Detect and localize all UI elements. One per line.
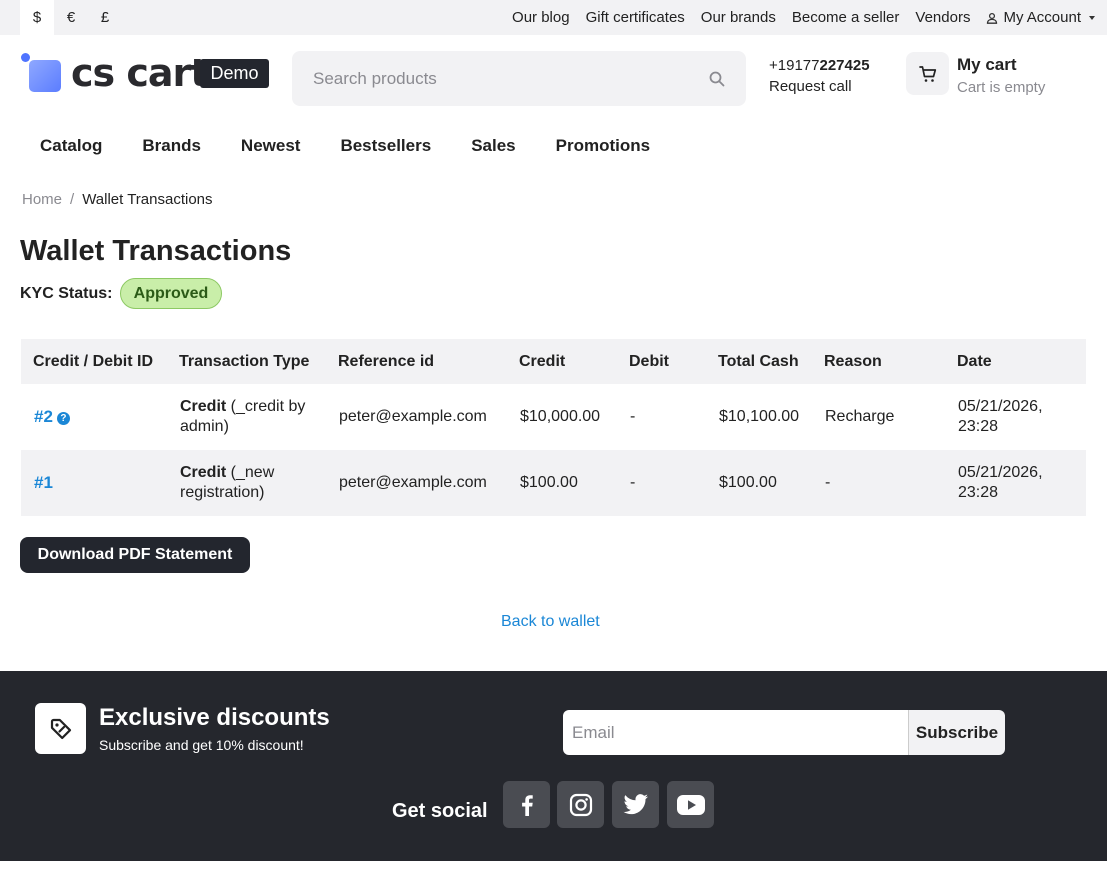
cell-date: 05/21/2026, 23:28 <box>945 450 1086 516</box>
phone-number[interactable]: +19177227425 <box>769 57 870 74</box>
help-icon[interactable]: ? <box>56 411 70 425</box>
cell-credit: $10,000.00 <box>520 408 601 425</box>
link-our-brands[interactable]: Our brands <box>701 9 776 26</box>
breadcrumb-current: Wallet Transactions <box>82 191 213 208</box>
logo-dot <box>21 53 30 62</box>
search-icon[interactable] <box>708 70 726 88</box>
link-our-blog[interactable]: Our blog <box>512 9 570 26</box>
nav-newest[interactable]: Newest <box>221 126 321 166</box>
my-account-label: My Account <box>1003 9 1081 26</box>
currency-gbp[interactable]: £ <box>88 0 122 35</box>
cell-type: Credit (_credit by admin) <box>167 384 326 450</box>
transaction-id-link[interactable]: #1 <box>34 473 53 492</box>
col-header-reference: Reference id <box>326 339 507 384</box>
cart-status: Cart is empty <box>957 79 1046 96</box>
search-box <box>292 51 746 106</box>
subscribe-button[interactable]: Subscribe <box>908 710 1005 755</box>
type-bold: Credit <box>180 464 227 481</box>
twitter-icon[interactable] <box>612 781 659 828</box>
facebook-icon[interactable] <box>503 781 550 828</box>
currency-usd[interactable]: $ <box>20 0 54 35</box>
breadcrumb-home[interactable]: Home <box>22 191 62 208</box>
nav-promotions[interactable]: Promotions <box>536 126 670 166</box>
email-field[interactable] <box>563 710 909 755</box>
cell-reason: - <box>812 450 945 516</box>
tag-icon <box>50 718 71 739</box>
footer: Exclusive discounts Subscribe and get 10… <box>0 671 1107 861</box>
search-input[interactable] <box>292 51 692 106</box>
logo[interactable]: cs cart Demo <box>20 52 280 94</box>
phone-bold: 227425 <box>819 57 870 74</box>
top-bar: $ € £ Our blog Gift certificates Our bra… <box>0 0 1107 35</box>
cell-total: $100.00 <box>706 450 812 516</box>
col-header-credit: Credit <box>507 339 617 384</box>
logo-text: cs cart <box>71 51 208 95</box>
link-gift-certificates[interactable]: Gift certificates <box>586 9 685 26</box>
chevron-down-icon <box>1089 15 1095 20</box>
transactions-table: Credit / Debit ID Transaction Type Refer… <box>21 339 1086 516</box>
youtube-icon[interactable] <box>667 781 714 828</box>
cell-date: 05/21/2026, 23:28 <box>958 398 1043 435</box>
col-header-date: Date <box>945 339 1086 384</box>
main-nav: Catalog Brands Newest Bestsellers Sales … <box>20 126 670 166</box>
col-header-id: Credit / Debit ID <box>21 339 167 384</box>
discount-title: Exclusive discounts <box>99 704 330 731</box>
table-row: #2? Credit (_credit by admin) peter@exam… <box>21 384 1086 450</box>
cell-id: #1 <box>21 450 167 516</box>
cell-credit: $100.00 <box>507 450 617 516</box>
cart-icon <box>918 65 936 82</box>
request-call-link[interactable]: Request call <box>769 78 852 95</box>
col-header-reason: Reason <box>812 339 945 384</box>
breadcrumb: Home / Wallet Transactions <box>22 191 213 208</box>
kyc-label: KYC Status: <box>20 285 113 302</box>
download-pdf-button[interactable]: Download PDF Statement <box>20 537 250 573</box>
col-header-total: Total Cash <box>706 339 812 384</box>
cell-reference: peter@example.com <box>339 408 487 425</box>
cell-total: $10,100.00 <box>719 408 800 425</box>
nav-catalog[interactable]: Catalog <box>20 126 122 166</box>
demo-badge: Demo <box>200 59 269 88</box>
top-links: Our blog Gift certificates Our brands Be… <box>512 0 1095 35</box>
table-header-row: Credit / Debit ID Transaction Type Refer… <box>21 339 1086 384</box>
col-header-debit: Debit <box>617 339 706 384</box>
cell-id: #2? <box>21 384 167 450</box>
link-vendors[interactable]: Vendors <box>915 9 970 26</box>
cart-button[interactable] <box>906 52 949 95</box>
cell-debit: - <box>617 450 706 516</box>
discount-subtitle: Subscribe and get 10% discount! <box>99 737 304 753</box>
cell-debit: - <box>630 408 636 425</box>
nav-bestsellers[interactable]: Bestsellers <box>320 126 451 166</box>
table-row: #1 Credit (_new registration) peter@exam… <box>21 450 1086 516</box>
kyc-status-badge: Approved <box>120 278 222 309</box>
nav-sales[interactable]: Sales <box>451 126 535 166</box>
type-bold: Credit <box>180 398 227 415</box>
breadcrumb-separator: / <box>70 191 75 208</box>
cell-reason: Recharge <box>825 408 895 425</box>
nav-brands[interactable]: Brands <box>122 126 221 166</box>
back-to-wallet-link[interactable]: Back to wallet <box>501 613 600 631</box>
currency-eur[interactable]: € <box>54 0 88 35</box>
link-become-seller[interactable]: Become a seller <box>792 9 900 26</box>
phone-prefix: +19177 <box>769 57 820 74</box>
my-account-menu[interactable]: My Account <box>986 9 1095 26</box>
user-icon <box>987 12 998 24</box>
instagram-icon[interactable] <box>557 781 604 828</box>
cell-reference: peter@example.com <box>326 450 507 516</box>
logo-mark <box>29 60 61 92</box>
col-header-type: Transaction Type <box>167 339 326 384</box>
page-title: Wallet Transactions <box>20 235 292 267</box>
social-label: Get social <box>392 800 488 822</box>
cart-title[interactable]: My cart <box>957 55 1017 75</box>
cell-type: Credit (_new registration) <box>167 450 326 516</box>
discount-badge <box>35 703 86 754</box>
transaction-id-link[interactable]: #2 <box>34 407 53 426</box>
